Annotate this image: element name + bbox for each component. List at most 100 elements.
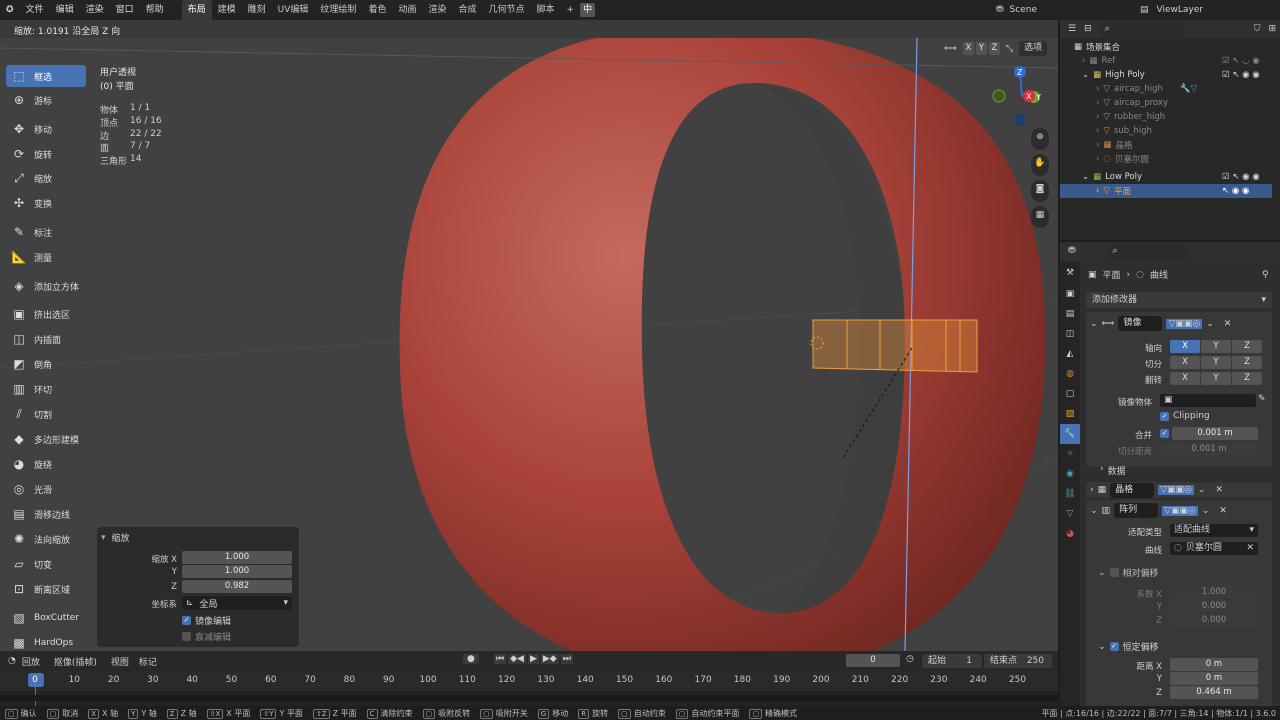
tab-particles-icon[interactable]: ✧	[1060, 444, 1080, 464]
mirror-z-toggle[interactable]: Z	[988, 42, 1000, 55]
close-icon[interactable]: ✕	[1246, 542, 1254, 555]
proportional-edit-checkbox[interactable]: 衰减编辑	[182, 630, 231, 643]
fit-type-dropdown[interactable]: 适配曲线 ▾	[1170, 524, 1258, 537]
camera-icon[interactable]: ◙	[1031, 180, 1049, 202]
tool-move[interactable]: ✥ 移动	[6, 118, 86, 140]
timeline-scrollbar[interactable]	[0, 695, 1058, 701]
mirror-modifier-header[interactable]: ⌄ ⟺ 镜像 ▽▣▣◎ ⌄ ✕	[1090, 316, 1231, 331]
tab-texture-paint[interactable]: 纹理绘制	[314, 0, 362, 20]
scene-selector[interactable]: ⛃ Scene	[996, 3, 1096, 17]
merge-distance-field[interactable]: 0.001 m	[1172, 427, 1258, 440]
modifier-name-field[interactable]: 镜像	[1118, 316, 1163, 331]
outliner-row-scene-collection[interactable]: ▦ 场景集合	[1060, 40, 1272, 54]
outliner-row-ref[interactable]: › ▦ Ref ☑ ↖ ◡ ◉	[1060, 54, 1272, 68]
tab-world-icon[interactable]: ◍	[1060, 364, 1080, 384]
start-frame-field[interactable]: 起始 1	[922, 654, 982, 668]
new-collection-icon[interactable]: ⊞	[1268, 24, 1276, 34]
outliner-row-sub-high[interactable]: › ▽ sub_high	[1060, 124, 1272, 138]
coord-system-dropdown[interactable]: ⊾ 全局 ▾	[182, 596, 292, 610]
tab-physics-icon[interactable]: ◉	[1060, 464, 1080, 484]
tab-scripting[interactable]: 脚本	[531, 0, 561, 20]
tool-rip-region[interactable]: ⊡ 断离区域	[6, 578, 86, 600]
tab-modeling[interactable]: 建模	[212, 0, 242, 20]
tool-extrude[interactable]: ▣ 挤出选区	[6, 303, 86, 325]
clock-icon[interactable]: ◷	[906, 654, 914, 664]
bisect-x-toggle[interactable]: X	[1170, 356, 1200, 369]
menu-view[interactable]: 视图	[111, 655, 129, 668]
record-button[interactable]: ●	[463, 654, 479, 664]
jump-end-icon[interactable]: ⏭	[560, 654, 573, 664]
outliner-row-low-poly[interactable]: ⌄ ▦ Low Poly ☑ ↖ ◉ ◉	[1060, 170, 1272, 184]
properties-search-input[interactable]: ⌕	[1107, 243, 1188, 259]
tab-compositing[interactable]: 合成	[452, 0, 482, 20]
data-subpanel-header[interactable]: › 数据	[1100, 464, 1126, 477]
ortho-grid-icon[interactable]: ▦	[1031, 206, 1049, 228]
end-frame-field[interactable]: 结束点 250	[984, 654, 1052, 668]
curve-field[interactable]: ◌ 贝塞尔圆 ✕	[1170, 542, 1258, 555]
tool-add-cube[interactable]: ◈ 添加立方体	[6, 275, 86, 297]
flip-y-toggle[interactable]: Y	[1201, 372, 1231, 385]
constant-offset-header[interactable]: ⌄ ✓ 恒定偏移	[1098, 640, 1159, 654]
tool-shear[interactable]: ▱ 切变	[6, 553, 86, 575]
outliner-row-bezier-circle[interactable]: › ◌ 贝塞尔圆	[1060, 152, 1272, 166]
next-keyframe-icon[interactable]: ▶◆	[540, 654, 559, 664]
editor-type-icon[interactable]: ☰	[1068, 24, 1076, 34]
tool-rotate[interactable]: ⟳ 旋转	[6, 143, 86, 165]
axis-z-toggle[interactable]: Z	[1232, 340, 1262, 353]
tool-transform[interactable]: ✣ 变换	[6, 192, 86, 214]
chevron-down-icon[interactable]: ⌄	[1206, 319, 1214, 329]
display-mode-icon[interactable]: ⊟	[1084, 24, 1092, 34]
close-icon[interactable]: ✕	[1219, 506, 1227, 516]
tool-annotate[interactable]: ✎ 标注	[6, 221, 86, 243]
tab-data-icon[interactable]: ▽	[1060, 504, 1080, 524]
axis-y-toggle[interactable]: Y	[1201, 340, 1231, 353]
tab-output-icon[interactable]: ▤	[1060, 304, 1080, 324]
pin-icon[interactable]: ⚲	[1262, 270, 1269, 280]
tab-collection-icon[interactable]: ▢	[1060, 384, 1080, 404]
tab-view-layer-icon[interactable]: ◫	[1060, 324, 1080, 344]
lattice-modifier-header[interactable]: › ▦ 晶格 ▽▣▣◎ ⌄ ✕	[1086, 482, 1272, 498]
scale-y-field[interactable]: 1.000	[182, 565, 292, 578]
array-modifier-header[interactable]: ⌄ ▥ 阵列 ▽▣▣◎ ⌄ ✕	[1090, 503, 1227, 518]
edit-mode-icon[interactable]: ▽▣▣◎	[1158, 485, 1194, 495]
overlay-icon[interactable]: ⤡	[1006, 44, 1013, 54]
edit-mode-icon[interactable]: ▽▣▣◎	[1162, 505, 1198, 516]
bisect-y-toggle[interactable]: Y	[1201, 356, 1231, 369]
menu-keying[interactable]: 抠像(插帧)	[54, 655, 97, 668]
breadcrumb-curve[interactable]: 曲线	[1150, 268, 1168, 281]
relative-offset-header[interactable]: ⌄ 相对偏移	[1098, 566, 1159, 580]
lang-button[interactable]: 中	[580, 3, 596, 17]
bisect-z-toggle[interactable]: Z	[1232, 356, 1262, 369]
outliner-search-input[interactable]: ⌕	[1099, 21, 1184, 37]
menu-marker[interactable]: 标记	[139, 655, 157, 668]
close-icon[interactable]: ✕	[1224, 319, 1232, 329]
filter-icon[interactable]: ⛉	[1254, 24, 1261, 34]
add-workspace-icon[interactable]: +	[561, 0, 581, 20]
tool-knife[interactable]: ⫽ 切割	[6, 403, 86, 425]
tab-uv-editing[interactable]: UV编辑	[272, 0, 315, 20]
tool-spin[interactable]: ◕ 旋绕	[6, 453, 86, 475]
mirror-y-toggle[interactable]: Y	[975, 42, 987, 55]
add-modifier-button[interactable]: 添加修改器 ▾	[1086, 292, 1272, 308]
modifier-name-field[interactable]: 阵列	[1114, 503, 1159, 518]
mirror-x-toggle[interactable]: X	[962, 42, 974, 55]
outliner-row-lattice[interactable]: › ▦ 晶格	[1060, 138, 1272, 152]
eyedropper-icon[interactable]: ✎	[1258, 394, 1266, 404]
tab-constraints-icon[interactable]: ⛓	[1060, 484, 1080, 504]
tab-material-icon[interactable]: ◕	[1060, 524, 1080, 544]
axis-x-toggle[interactable]: X	[1170, 340, 1200, 353]
tab-shading[interactable]: 着色	[362, 0, 392, 20]
clipping-checkbox[interactable]: ✓ Clipping	[1160, 411, 1210, 421]
close-icon[interactable]: ✕	[1215, 485, 1223, 495]
tool-inset[interactable]: ◫ 内插面	[6, 328, 86, 350]
edit-mode-icon[interactable]: ▽▣▣◎	[1166, 318, 1203, 329]
tool-loop-cut[interactable]: ▥ 环切	[6, 378, 86, 400]
options-dropdown[interactable]: 选项	[1019, 41, 1048, 56]
tool-edge-slide[interactable]: ▤ 滑移边线	[6, 503, 86, 525]
menu-playback[interactable]: 回放	[22, 655, 40, 668]
breadcrumb-object[interactable]: 平面	[1103, 268, 1121, 281]
tab-render-icon[interactable]: ▣	[1060, 284, 1080, 304]
flip-x-toggle[interactable]: X	[1170, 372, 1200, 385]
menu-file[interactable]: 文件	[20, 0, 50, 20]
chevron-down-icon[interactable]: ⌄	[1198, 485, 1206, 495]
